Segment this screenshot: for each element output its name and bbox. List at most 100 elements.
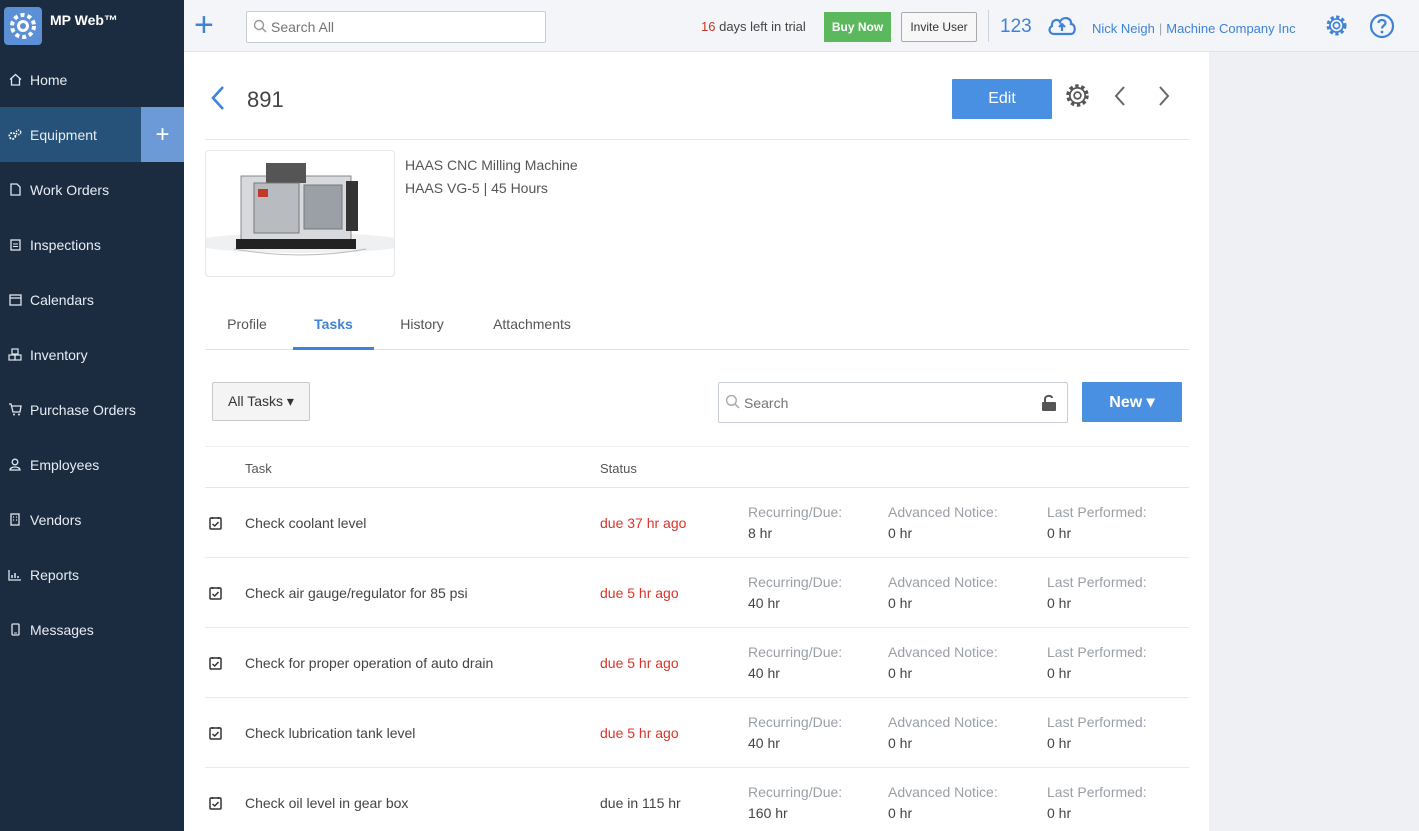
column-header-status[interactable]: Status (600, 461, 637, 476)
cloud-upload-icon[interactable] (1046, 13, 1078, 40)
brand[interactable]: MP Web™ (0, 0, 184, 52)
sidebar-item-purchase-orders[interactable]: Purchase Orders (0, 382, 184, 437)
task-status: due 5 hr ago (600, 585, 679, 601)
recurring-value: 40 hr (748, 665, 842, 681)
recurring-due: Recurring/Due: 160 hr (748, 784, 842, 821)
settings-gear-icon[interactable] (1324, 13, 1349, 41)
tasks-table: Task Status Check coolant level due 37 h… (205, 446, 1189, 831)
last-value: 0 hr (1047, 665, 1147, 681)
recurring-label: Recurring/Due: (748, 644, 842, 660)
sidebar-item-label: Reports (30, 567, 79, 583)
help-icon[interactable] (1369, 13, 1395, 42)
last-value: 0 hr (1047, 805, 1147, 821)
task-name[interactable]: Check for proper operation of auto drain (245, 655, 493, 671)
sidebar-item-label: Messages (30, 622, 94, 638)
advanced-notice: Advanced Notice: 0 hr (888, 504, 998, 541)
app-title: MP Web™ (50, 12, 118, 28)
previous-record-chevron-icon[interactable] (1113, 85, 1127, 110)
task-name[interactable]: Check oil level in gear box (245, 795, 408, 811)
task-checkbox-icon[interactable] (209, 726, 222, 743)
advanced-label: Advanced Notice: (888, 714, 998, 730)
add-equipment-button[interactable]: + (141, 107, 184, 162)
task-name[interactable]: Check coolant level (245, 515, 366, 531)
new-task-dropdown-button[interactable]: New ▾ (1082, 382, 1182, 422)
boxes-icon (8, 348, 22, 362)
task-checkbox-icon[interactable] (209, 516, 222, 533)
task-filter-dropdown[interactable]: All Tasks ▾ (212, 382, 310, 421)
last-performed: Last Performed:0 hr (1047, 504, 1147, 541)
quick-add-button[interactable]: + (194, 10, 220, 40)
sidebar-item-label: Vendors (30, 512, 81, 528)
company-name[interactable]: Machine Company Inc (1166, 21, 1295, 36)
advanced-value: 0 hr (888, 525, 998, 541)
sidebar-item-home[interactable]: Home (0, 52, 184, 107)
invite-user-button[interactable]: Invite User (901, 12, 977, 42)
task-checkbox-icon[interactable] (209, 656, 222, 673)
tab-tasks[interactable]: Tasks (293, 304, 374, 350)
last-label: Last Performed: (1047, 504, 1147, 520)
unlock-icon[interactable] (1041, 394, 1057, 415)
record-tabs: Profile Tasks History Attachments (205, 304, 1189, 350)
sidebar-item-calendars[interactable]: Calendars (0, 272, 184, 327)
task-search[interactable] (718, 382, 1068, 423)
recurring-value: 40 hr (748, 735, 842, 751)
global-search[interactable] (246, 11, 546, 43)
user-separator: | (1159, 21, 1162, 36)
task-name[interactable]: Check air gauge/regulator for 85 psi (245, 585, 468, 601)
equipment-model-hours: HAAS VG-5 | 45 Hours (405, 180, 548, 196)
buy-now-button[interactable]: Buy Now (824, 12, 891, 42)
sidebar-item-vendors[interactable]: Vendors (0, 492, 184, 547)
user-name[interactable]: Nick Neigh (1092, 21, 1155, 36)
sidebar-item-work-orders[interactable]: Work Orders (0, 162, 184, 217)
sidebar-item-reports[interactable]: Reports (0, 547, 184, 602)
main-panel: 891 Edit HAAS CNC Milling Machine HAAS V… (184, 52, 1209, 831)
sidebar-item-inspections[interactable]: Inspections (0, 217, 184, 272)
task-search-input[interactable] (744, 395, 1034, 411)
recurring-due: Recurring/Due: 40 hr (748, 644, 842, 681)
phone-icon (8, 623, 22, 637)
edit-button[interactable]: Edit (952, 79, 1052, 119)
table-row[interactable]: Check oil level in gear box due in 115 h… (205, 768, 1189, 831)
recurring-label: Recurring/Due: (748, 784, 842, 800)
tab-profile[interactable]: Profile (205, 304, 289, 350)
advanced-notice: Advanced Notice:0 hr (888, 784, 998, 821)
notification-count[interactable]: 123 (1000, 16, 1032, 38)
last-label: Last Performed: (1047, 574, 1147, 590)
advanced-value: 0 hr (888, 665, 998, 681)
record-title: 891 (247, 87, 284, 113)
recurring-due: Recurring/Due:40 hr (748, 574, 842, 611)
table-row[interactable]: Check air gauge/regulator for 85 psi due… (205, 558, 1189, 628)
sidebar-item-label: Purchase Orders (30, 402, 136, 418)
new-button-label: New (1109, 394, 1142, 411)
last-value: 0 hr (1047, 595, 1147, 611)
recurring-label: Recurring/Due: (748, 504, 842, 520)
task-name[interactable]: Check lubrication tank level (245, 725, 415, 741)
user-info[interactable]: Nick Neigh | Machine Company Inc (1092, 21, 1296, 36)
advanced-label: Advanced Notice: (888, 784, 998, 800)
advanced-label: Advanced Notice: (888, 644, 998, 660)
equipment-photo[interactable] (205, 150, 395, 277)
back-arrow-icon[interactable] (209, 85, 227, 114)
table-row[interactable]: Check lubrication tank level due 5 hr ag… (205, 698, 1189, 768)
table-row[interactable]: Check for proper operation of auto drain… (205, 628, 1189, 698)
recurring-value: 40 hr (748, 595, 842, 611)
sidebar-item-equipment[interactable]: Equipment + (0, 107, 184, 162)
equipment-name: HAAS CNC Milling Machine (405, 157, 578, 173)
tab-history[interactable]: History (380, 304, 464, 350)
table-row[interactable]: Check coolant level due 37 hr ago Recurr… (205, 488, 1189, 558)
record-settings-gear-icon[interactable] (1064, 82, 1091, 112)
next-record-chevron-icon[interactable] (1157, 85, 1171, 110)
task-checkbox-icon[interactable] (209, 796, 222, 813)
column-header-task[interactable]: Task (245, 461, 272, 476)
task-status: due in 115 hr (600, 795, 681, 811)
sidebar-item-messages[interactable]: Messages (0, 602, 184, 657)
building-icon (8, 513, 22, 527)
tab-attachments[interactable]: Attachments (470, 304, 594, 350)
advanced-label: Advanced Notice: (888, 504, 998, 520)
recurring-value: 160 hr (748, 805, 842, 821)
advanced-label: Advanced Notice: (888, 574, 998, 590)
sidebar-item-employees[interactable]: Employees (0, 437, 184, 492)
task-checkbox-icon[interactable] (209, 586, 222, 603)
global-search-input[interactable] (271, 19, 531, 35)
sidebar-item-inventory[interactable]: Inventory (0, 327, 184, 382)
